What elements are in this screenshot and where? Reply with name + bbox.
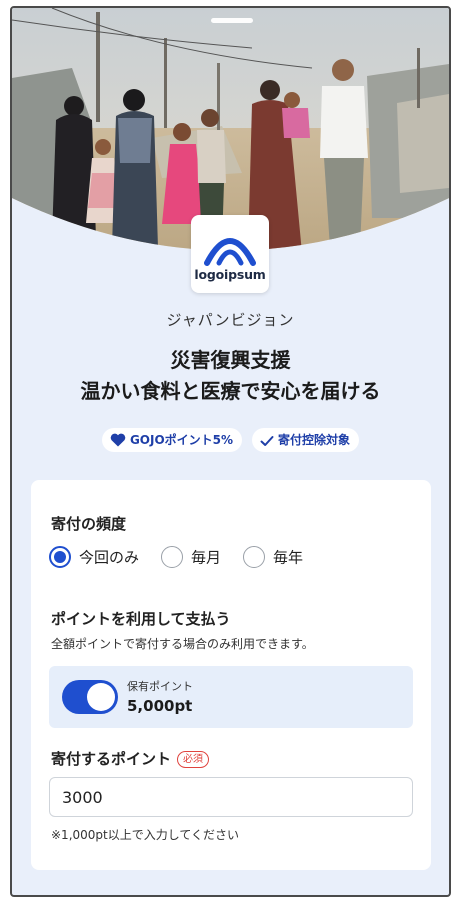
frequency-radio-group: 今回のみ 毎月 毎年 [49,546,325,568]
phone-frame: logoipsum ジャパンビジョン 災害復興支援 温かい食料と医療で安心を届け… [10,6,451,897]
radio-monthly-indicator[interactable] [161,546,184,568]
use-points-toggle[interactable] [62,680,118,714]
tax-deduction-badge: 寄付控除対象 [252,428,360,452]
campaign-title: 災害復興支援 温かい食料と医療で安心を届ける [12,345,449,407]
heart-icon [110,433,126,447]
radio-yearly-label: 毎年 [273,548,304,567]
check-icon [260,436,274,446]
radio-once[interactable]: 今回のみ [49,546,139,568]
radio-once-label: 今回のみ [79,548,140,567]
badge-row: GOJOポイント5% 寄付控除対象 [12,428,449,452]
radio-monthly-label: 毎月 [191,548,222,567]
organization-name: ジャパンビジョン [166,311,295,329]
points-payment-label: ポイントを利用して支払う [51,610,231,628]
donation-points-label: 寄付するポイント [51,750,172,768]
donation-form-card: 寄付の頻度 今回のみ 毎月 毎年 ポイントを利用して支払う 全額ポイントで寄付す… [31,480,431,870]
radio-monthly[interactable]: 毎月 [161,546,221,568]
organization-logo: logoipsum [191,215,269,293]
logo-mark-icon [204,238,256,266]
radio-once-indicator[interactable] [49,546,71,568]
points-badge: GOJOポイント5% [101,428,243,452]
campaign-title-line2: 温かい食料と医療で安心を届ける [80,379,381,403]
campaign-title-line1: 災害復興支援 [170,348,291,372]
points-badge-label: GOJOポイント5% [129,433,234,447]
points-balance-value: 5,000pt [127,697,193,715]
radio-yearly[interactable]: 毎年 [243,546,303,568]
donation-points-note: ※1,000pt以上で入力してください [51,828,240,842]
donation-points-input[interactable] [49,777,413,817]
radio-yearly-indicator[interactable] [243,546,266,568]
frequency-label: 寄付の頻度 [51,515,127,533]
points-payment-hint: 全額ポイントで寄付する場合のみ利用できます。 [51,637,314,651]
tax-deduction-badge-label: 寄付控除対象 [278,433,351,447]
points-balance-box: 保有ポイント 5,000pt [49,666,413,728]
required-badge: 必須 [177,751,210,768]
donation-points-label-row: 寄付するポイント 必須 [51,748,210,769]
logo-text: logoipsum [194,267,266,282]
toggle-knob[interactable] [87,683,115,711]
points-balance-caption: 保有ポイント [127,680,193,693]
sheet-handle[interactable] [211,18,253,23]
